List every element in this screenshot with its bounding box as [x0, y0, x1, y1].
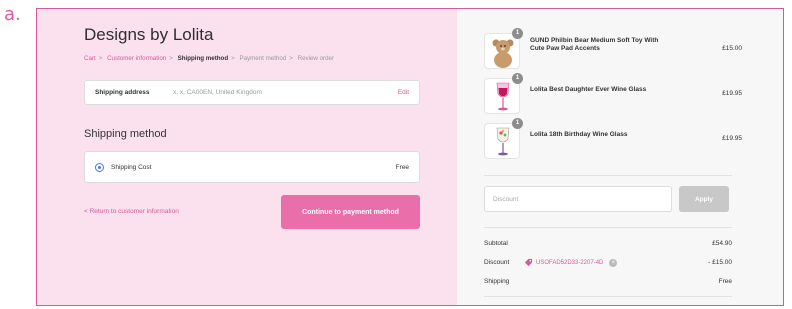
discount-code: USOFAD52D33-2207-4D	[536, 259, 604, 266]
shipping-row: Shipping Free	[484, 278, 732, 288]
breadcrumb-payment-method: Payment method	[239, 55, 287, 62]
store-title[interactable]: Designs by Lolita	[84, 25, 213, 45]
item-quantity-badge: 1	[512, 73, 523, 84]
order-item: 1 Lolita 18th Birthday Wine Glass £19.95	[484, 118, 742, 163]
shipping-address-box: Shipping address x, x, CA00EN, United Ki…	[84, 80, 420, 105]
breadcrumb-separator: >	[169, 55, 173, 62]
subtotal-row: Subtotal £54.90	[484, 240, 732, 250]
shipping-value: Free	[718, 278, 732, 285]
breadcrumb-separator: >	[231, 55, 235, 62]
order-item: 1 Lolita Best Daughter Ever Wine Glass £…	[484, 73, 742, 118]
divider	[484, 175, 732, 176]
breadcrumb-review-order: Review order	[297, 55, 335, 62]
item-quantity-badge: 1	[512, 118, 523, 129]
return-to-customer-information-link[interactable]: < Return to customer information	[84, 208, 179, 215]
shipping-address-value: x, x, CA00EN, United Kingdom	[173, 89, 262, 96]
continue-to-payment-button[interactable]: Continue to payment method	[281, 195, 420, 229]
breadcrumb-customer-information[interactable]: Customer information	[107, 55, 166, 62]
subtotal-label: Subtotal	[484, 240, 508, 247]
breadcrumb-separator: >	[98, 55, 103, 62]
shipping-method-heading: Shipping method	[84, 128, 167, 140]
item-price: £15.00	[722, 45, 742, 52]
apply-discount-button[interactable]: Apply	[679, 186, 729, 212]
shipping-option-radio[interactable]	[95, 163, 104, 172]
shipping-address-label: Shipping address	[95, 89, 150, 96]
figure-label: a.	[4, 4, 21, 25]
item-name: Lolita Best Daughter Ever Wine Glass	[530, 86, 647, 93]
discount-label: Discount	[484, 259, 510, 266]
item-price: £19.95	[722, 90, 742, 97]
divider	[484, 296, 732, 297]
item-quantity-badge: 1	[512, 28, 523, 39]
breadcrumb: Cart > Customer information > Shipping met…	[84, 55, 337, 62]
breadcrumb-shipping-method: Shipping method	[177, 55, 229, 62]
divider	[484, 227, 732, 228]
subtotal-value: £54.90	[712, 240, 732, 247]
discount-code-tag: USOFAD52D33-2207-4D ×	[524, 258, 618, 267]
edit-address-link[interactable]: Edit	[398, 89, 409, 96]
shipping-label: Shipping	[484, 278, 510, 285]
remove-discount-icon[interactable]: ×	[609, 258, 618, 267]
discount-row: Discount USOFAD52D33-2207-4D × - £15.00	[484, 258, 732, 269]
breadcrumb-cart[interactable]: Cart	[84, 55, 96, 62]
shipping-option-price: Free	[395, 164, 409, 171]
breadcrumb-separator: >	[289, 55, 293, 62]
discount-value: - £15.00	[708, 259, 732, 266]
item-price: £19.95	[722, 135, 742, 142]
shipping-option-label: Shipping Cost	[111, 164, 152, 171]
discount-input[interactable]: Discount	[484, 186, 672, 212]
item-name: Lolita 18th Birthday Wine Glass	[530, 131, 628, 138]
order-item: 1 GUND Philbin Bear Medium Soft Toy With…	[484, 28, 742, 73]
item-name: GUND Philbin Bear Medium Soft Toy With C…	[530, 37, 659, 52]
tag-icon	[524, 258, 533, 267]
shipping-option[interactable]: Shipping Cost Free	[84, 151, 420, 183]
